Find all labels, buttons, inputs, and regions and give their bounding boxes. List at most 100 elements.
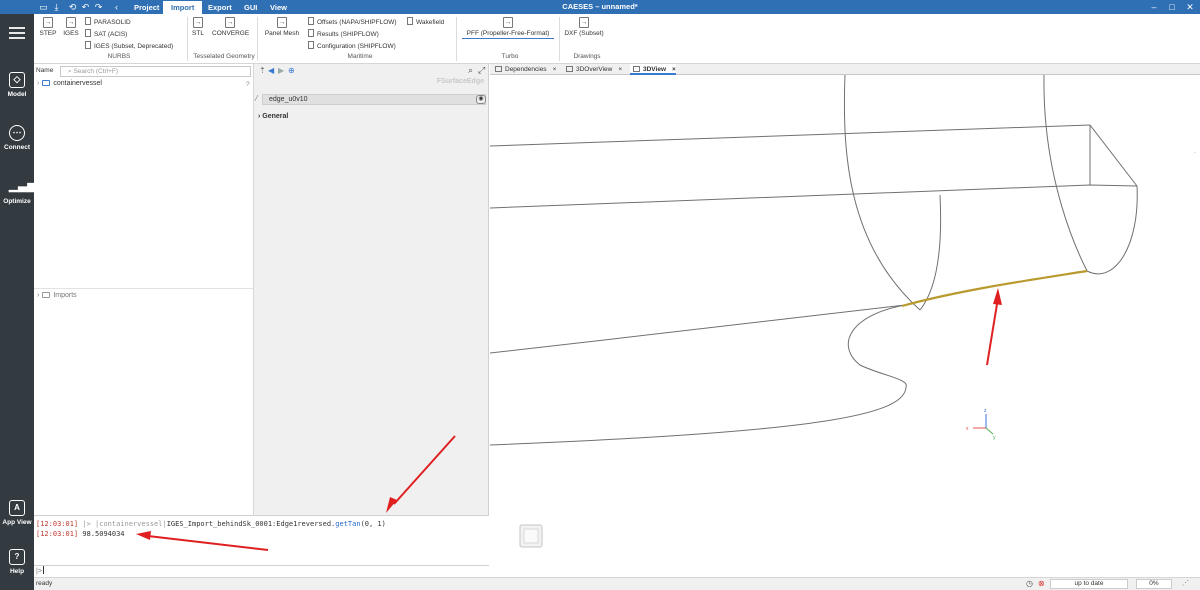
close-button[interactable]: ✕	[1181, 0, 1199, 14]
tree-divider	[34, 288, 253, 289]
console-annotation-arrows	[136, 435, 456, 551]
turbo-group-label: Turbo	[501, 53, 519, 60]
import-icon: →	[579, 17, 589, 28]
axis-y-label: y	[993, 435, 996, 441]
visibility-eye-icon[interactable]: ◉	[476, 95, 486, 104]
stop-icon[interactable]: ⊗	[1038, 578, 1045, 590]
bar-chart-icon: ▁▃▅▇	[9, 178, 46, 192]
app-view-icon: A	[9, 500, 25, 516]
maximize-button[interactable]: □	[1163, 0, 1181, 14]
parasolid-import-button[interactable]: PARASOLID	[85, 17, 131, 26]
import-icon	[85, 29, 91, 37]
iges-subset-import-button[interactable]: IGES (Subset, Deprecated)	[85, 41, 173, 50]
close-icon[interactable]: ×	[672, 66, 676, 73]
connect-icon: ⋯	[9, 125, 25, 141]
ribbon-divider	[559, 17, 560, 61]
cube-icon: ◇	[9, 72, 25, 88]
dxf-import-button[interactable]: → DXF (Subset)	[562, 17, 606, 37]
ribbon-divider	[257, 17, 258, 61]
pff-import-button[interactable]: → PFF (Propeller-Free-Format)	[462, 17, 554, 39]
menu-hamburger-icon[interactable]	[0, 24, 34, 40]
axis-x-label: x	[966, 426, 969, 432]
console-input[interactable]: |>	[34, 565, 489, 577]
axis-triad: z x y	[966, 408, 996, 441]
folder-icon	[42, 292, 51, 298]
folder-icon	[42, 80, 51, 86]
3d-viewport[interactable]: z x y	[490, 75, 1200, 577]
update-status-field: up to date	[1050, 579, 1128, 589]
close-icon[interactable]: ×	[553, 66, 557, 73]
tree-search-input[interactable]: ⌕ Search (Ctrl+F)	[60, 66, 251, 77]
back-arrow-icon[interactable]: ◀	[268, 66, 274, 75]
sidebar-item-optimize[interactable]: ▁▃▅▇ Optimize	[0, 178, 46, 206]
import-icon	[407, 17, 413, 25]
tab-dependencies[interactable]: Dependencies ×	[492, 64, 556, 75]
tree-item-imports[interactable]: › Imports	[37, 292, 77, 299]
chevron-right-icon[interactable]: ›	[37, 80, 39, 87]
import-icon	[85, 41, 91, 49]
window-title: CAESES – unnamed*	[562, 2, 638, 11]
import-icon: →	[193, 17, 203, 28]
close-icon[interactable]: ×	[618, 66, 622, 73]
status-bar: ready ◷ ⊗ up to date 0% ⋰	[34, 577, 1200, 590]
panel-mesh-import-button[interactable]: → Panel Mesh	[263, 17, 301, 37]
viewer-icon	[633, 66, 640, 72]
locate-icon[interactable]: ⊕	[288, 66, 295, 75]
name-column-label: Name	[36, 67, 54, 74]
scroll-marker: ·	[1194, 150, 1196, 156]
ribbon-divider	[456, 17, 457, 61]
resize-grip-icon[interactable]: ⋰	[1182, 578, 1189, 590]
sidebar-item-model[interactable]: ◇ Model	[0, 72, 34, 98]
object-name-field[interactable]: edge_u0v10	[262, 94, 486, 105]
help-marker: ?	[246, 81, 250, 88]
help-icon: ?	[9, 549, 25, 565]
general-section-header[interactable]: › General	[258, 113, 288, 120]
offsets-import-button[interactable]: Offsets (NAPA/SHIPFLOW)	[308, 17, 397, 26]
fit-view-icon[interactable]: ⤢	[478, 65, 485, 76]
results-import-button[interactable]: Results (SHIPFLOW)	[308, 29, 379, 38]
annotation-arrow-viewport	[986, 288, 1002, 366]
edge-icon: ⁄	[256, 94, 258, 103]
import-icon: →	[277, 17, 287, 28]
axis-z-label: z	[984, 408, 987, 414]
tree-item-containervessel[interactable]: › containervessel	[37, 80, 102, 87]
chevron-right-icon[interactable]: ›	[37, 292, 39, 299]
sat-import-button[interactable]: SAT (ACIS)	[85, 29, 127, 38]
import-icon: →	[43, 17, 53, 28]
import-icon	[308, 29, 314, 37]
left-nav-sidebar: ◇ Model ⋯ Connect ▁▃▅▇ Optimize A App View ?…	[0, 14, 46, 590]
iges-import-button[interactable]: → IGES	[62, 17, 80, 37]
viewer-tab-bar: Dependencies × 3DOverView × 3DView ×	[490, 64, 1200, 75]
import-icon: →	[225, 17, 235, 28]
object-type-label: FSurfaceEdge	[436, 78, 484, 85]
tab-3dview[interactable]: 3DView ×	[630, 64, 676, 75]
pin-icon[interactable]: ⇡	[259, 66, 266, 75]
step-import-button[interactable]: → STEP	[39, 17, 57, 37]
sidebar-item-connect[interactable]: ⋯ Connect	[0, 125, 34, 151]
tab-3doverview[interactable]: 3DOverView ×	[563, 64, 622, 75]
search-icon[interactable]: ⌕	[468, 65, 473, 76]
viewer-icon	[566, 66, 573, 72]
forward-arrow-icon[interactable]: ▶	[278, 66, 284, 75]
status-text: ready	[36, 580, 53, 587]
sidebar-item-help[interactable]: ? Help	[0, 549, 34, 575]
nurbs-group-label: NURBS	[107, 53, 131, 60]
sidebar-item-app-view[interactable]: A App View	[0, 500, 34, 526]
stl-import-button[interactable]: → STL	[189, 17, 207, 37]
minimize-button[interactable]: –	[1145, 0, 1163, 14]
wakefield-import-button[interactable]: Wakefield	[407, 17, 444, 26]
ribbon-toolbar: → STEP → IGES PARASOLID SAT (ACIS) IGES (S…	[34, 14, 1200, 64]
dependencies-icon	[495, 66, 502, 72]
history-icon[interactable]: ◷	[1026, 578, 1033, 590]
title-bar: ▭ ⤓ ⟲ ↶ ↷ ‹ Project Import Export GUI Vi…	[0, 0, 1200, 14]
drawings-group-label: Drawings	[573, 53, 601, 60]
maritime-group-label: Maritime	[347, 53, 373, 60]
import-icon	[308, 17, 314, 25]
import-icon: →	[503, 17, 513, 28]
view-cube-icon[interactable]	[519, 524, 543, 548]
converge-import-button[interactable]: → CONVERGE	[212, 17, 249, 37]
configuration-import-button[interactable]: Configuration (SHIPFLOW)	[308, 41, 396, 50]
import-icon	[308, 41, 314, 49]
ribbon-divider	[187, 17, 188, 61]
import-icon	[85, 17, 91, 25]
